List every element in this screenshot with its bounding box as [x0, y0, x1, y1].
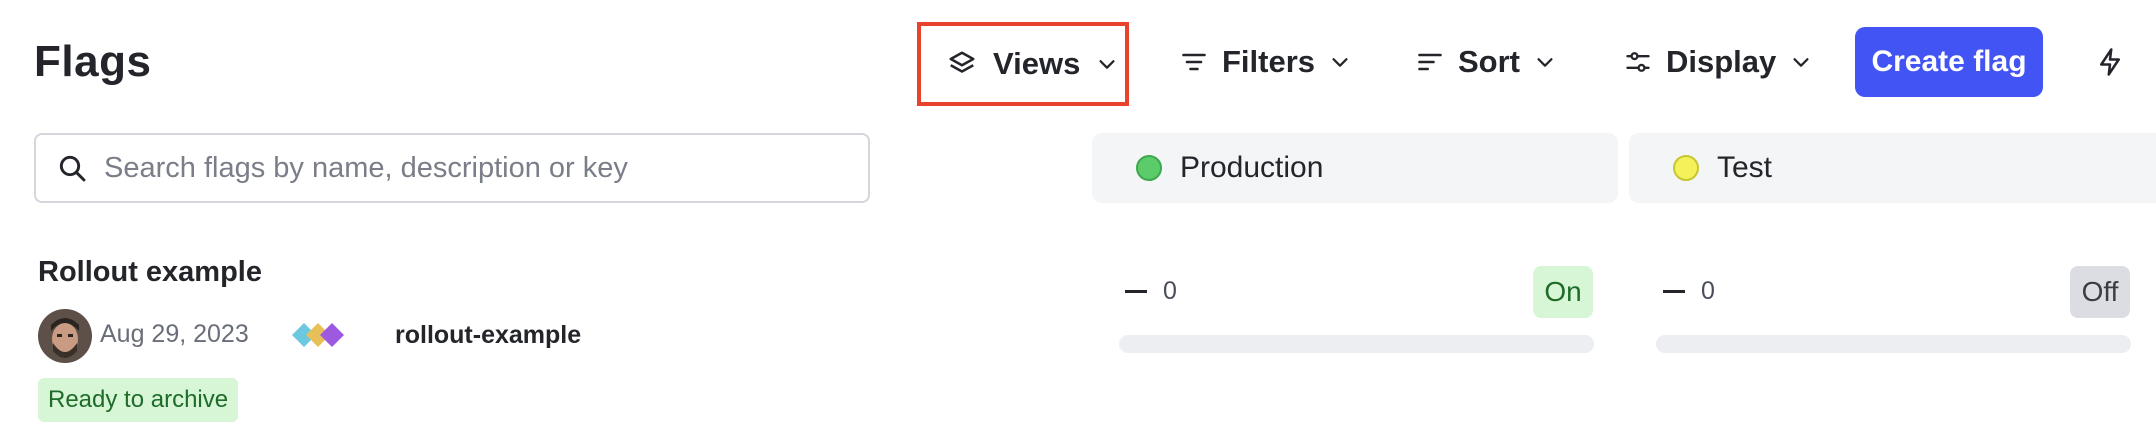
display-label: Display — [1666, 44, 1777, 79]
env-status-toggle[interactable]: On — [1533, 266, 1593, 318]
evaluation-bar — [1119, 335, 1594, 353]
dash-icon — [1663, 290, 1685, 293]
chevron-down-icon — [1099, 60, 1115, 69]
env-name: Test — [1717, 151, 1773, 184]
create-flag-button[interactable]: Create flag — [1855, 27, 2043, 97]
quick-actions-button[interactable] — [2090, 42, 2130, 82]
sort-icon — [1418, 53, 1442, 71]
env-evaluation-count: 0 — [1125, 277, 1177, 306]
flag-name-link[interactable]: Rollout example — [38, 256, 262, 289]
layers-icon — [949, 51, 975, 73]
sliders-icon — [1626, 52, 1650, 72]
count-value: 0 — [1701, 277, 1715, 305]
bolt-icon — [2100, 48, 2120, 76]
chevron-down-icon — [1332, 58, 1348, 67]
env-name: Production — [1180, 151, 1324, 184]
env-status-dot — [1673, 155, 1699, 181]
env-header-production[interactable]: Production — [1092, 133, 1618, 203]
count-value: 0 — [1163, 277, 1177, 305]
dash-icon — [1125, 290, 1147, 293]
env-status-dot — [1136, 155, 1162, 181]
sort-label: Sort — [1458, 44, 1520, 79]
chevron-down-icon — [1537, 58, 1553, 67]
page-title: Flags — [34, 37, 152, 86]
views-label: Views — [993, 46, 1081, 81]
search-field[interactable] — [34, 133, 870, 203]
display-button[interactable]: Display — [1624, 30, 1812, 94]
avatar — [38, 309, 92, 363]
filters-label: Filters — [1222, 44, 1316, 79]
env-evaluation-count: 0 — [1663, 277, 1715, 306]
chevron-down-icon — [1793, 58, 1809, 67]
project-icons — [288, 318, 352, 352]
views-button[interactable]: Views — [917, 22, 1129, 106]
flag-key[interactable]: rollout-example — [395, 321, 581, 350]
status-badge: Ready to archive — [38, 378, 239, 422]
search-icon — [59, 155, 86, 182]
filter-icon — [1182, 53, 1206, 71]
env-status-toggle[interactable]: Off — [2070, 266, 2130, 318]
evaluation-bar — [1656, 335, 2131, 353]
filters-button[interactable]: Filters — [1180, 30, 1351, 94]
env-header-test[interactable]: Test — [1629, 133, 2156, 203]
search-input[interactable] — [104, 151, 834, 185]
sort-button[interactable]: Sort — [1416, 30, 1556, 94]
flag-created-date: Aug 29, 2023 — [100, 320, 249, 348]
